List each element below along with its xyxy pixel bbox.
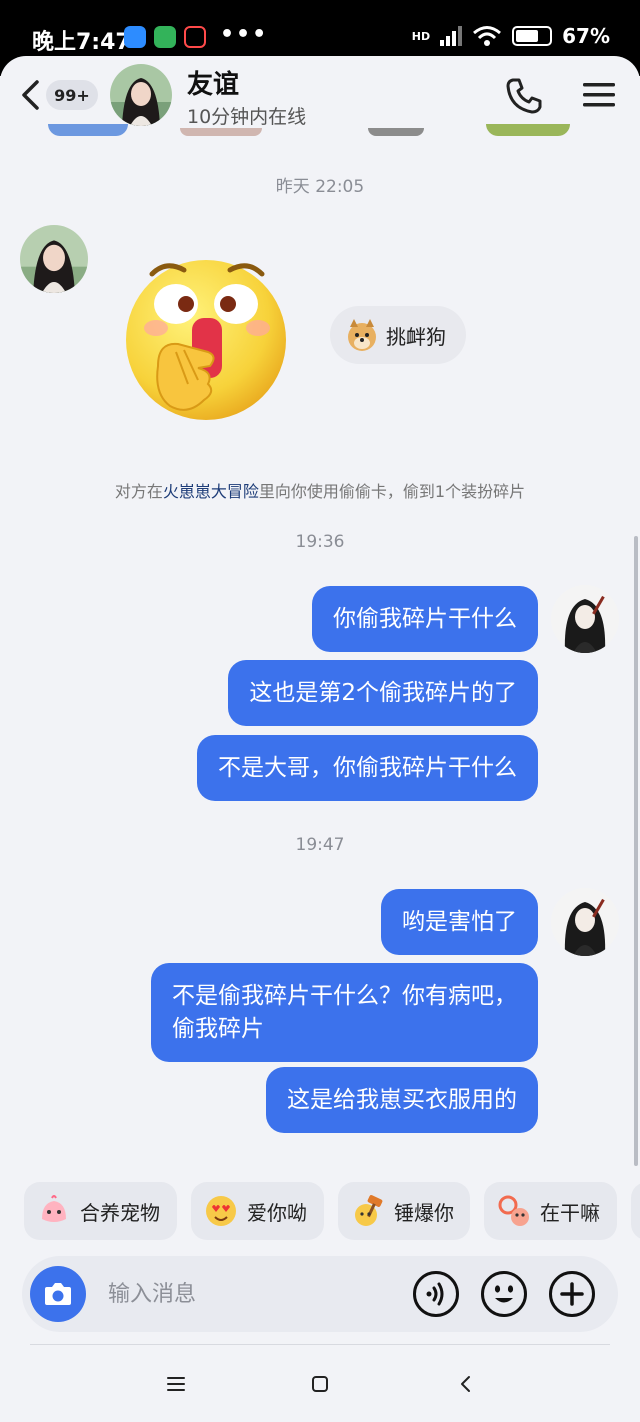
- android-icon: [154, 26, 176, 48]
- quick-reply-chip[interactable]: 合养宠物: [24, 1182, 177, 1240]
- contact-online-status: 10分钟内在线: [187, 106, 307, 128]
- game-link[interactable]: 火崽崽大冒险: [163, 482, 259, 501]
- nav-menu-icon[interactable]: [164, 1372, 188, 1396]
- scrollbar[interactable]: [634, 536, 638, 1166]
- wifi-icon: [473, 26, 502, 46]
- status-time: 晚上7:47: [32, 30, 131, 55]
- system-message-prefix: 对方在: [114, 482, 163, 501]
- menu-icon[interactable]: [580, 78, 618, 112]
- header-decoration: [368, 128, 424, 136]
- signal-icon: [440, 26, 463, 46]
- quick-reply-row: 合养宠物 爱你呦 锤爆你 在干嘛: [0, 1182, 640, 1242]
- more-notifications-icon: •••: [220, 22, 269, 47]
- heart-eyes-icon: [206, 1196, 236, 1226]
- hammer-icon: [355, 1195, 383, 1226]
- chat-bubble[interactable]: 不是偷我碎片干什么？你有病吧， 偷我碎片: [151, 963, 538, 1062]
- quick-reply-chip[interactable]: 爱你呦: [191, 1182, 324, 1240]
- system-message: 对方在火崽崽大冒险里向你使用偷偷卡，偷到1个装扮碎片: [0, 478, 640, 502]
- notification-app-icon: [124, 26, 146, 48]
- chat-bubble[interactable]: 这也是第2个偷我碎片的了: [228, 660, 538, 726]
- chat-bubble[interactable]: 哟是害怕了: [381, 889, 538, 955]
- chevron-left-icon[interactable]: [16, 78, 46, 112]
- header-decoration: [486, 124, 570, 136]
- chat-header: 99+ 友谊 10分钟内在线: [0, 56, 640, 134]
- contact-avatar[interactable]: [20, 225, 88, 293]
- camera-button[interactable]: [30, 1266, 86, 1322]
- message-input-bar: [22, 1256, 618, 1332]
- plus-icon[interactable]: [548, 1270, 596, 1318]
- nav-back-icon[interactable]: [454, 1372, 478, 1396]
- voice-icon[interactable]: [412, 1270, 460, 1318]
- quick-reply-label: 合养宠物: [80, 1200, 160, 1225]
- network-hd-label: HD: [411, 29, 431, 43]
- system-message-suffix: 里向你使用偷偷卡，偷到1个装扮碎片: [258, 482, 526, 501]
- unread-badge[interactable]: 99+: [46, 80, 98, 110]
- sticker-tag-label: 挑衅狗: [386, 324, 446, 349]
- timestamp: 19:47: [295, 835, 345, 855]
- quick-reply-label: 锤爆你: [394, 1200, 454, 1225]
- sticker-tag[interactable]: 挑衅狗: [330, 306, 466, 364]
- emoji-sticker[interactable]: [118, 256, 294, 426]
- battery-percent: 67%: [562, 24, 610, 48]
- doge-icon: [348, 319, 376, 351]
- camera-icon: [45, 1283, 71, 1305]
- curious-icon: [498, 1195, 529, 1226]
- header-decoration: [48, 124, 128, 136]
- battery-icon: [512, 26, 553, 46]
- quick-reply-label: 在干嘛: [540, 1200, 600, 1225]
- quick-reply-label: 爱你呦: [247, 1200, 307, 1225]
- chat-bubble[interactable]: 你偷我碎片干什么: [312, 586, 538, 652]
- record-icon: [184, 26, 206, 48]
- smiley-icon[interactable]: [480, 1270, 528, 1318]
- message-input[interactable]: [108, 1274, 398, 1314]
- nav-home-icon[interactable]: [308, 1372, 332, 1396]
- phone-icon[interactable]: [504, 76, 544, 116]
- my-avatar[interactable]: [551, 585, 619, 653]
- my-avatar[interactable]: [551, 888, 619, 956]
- contact-avatar[interactable]: [110, 64, 172, 126]
- quick-reply-chip[interactable]: 锤爆你: [338, 1182, 470, 1240]
- chat-bubble[interactable]: 这是给我崽买衣服用的: [266, 1067, 538, 1133]
- pet-icon: [42, 1195, 66, 1222]
- quick-reply-chip[interactable]: [631, 1182, 640, 1240]
- timestamp: 昨天 22:05: [275, 177, 365, 197]
- divider: [30, 1344, 610, 1345]
- timestamp: 19:36: [295, 532, 345, 552]
- contact-name: 友谊: [187, 70, 240, 100]
- header-decoration: [180, 128, 262, 136]
- quick-reply-chip[interactable]: 在干嘛: [484, 1182, 617, 1240]
- chat-bubble[interactable]: 不是大哥，你偷我碎片干什么: [197, 735, 538, 801]
